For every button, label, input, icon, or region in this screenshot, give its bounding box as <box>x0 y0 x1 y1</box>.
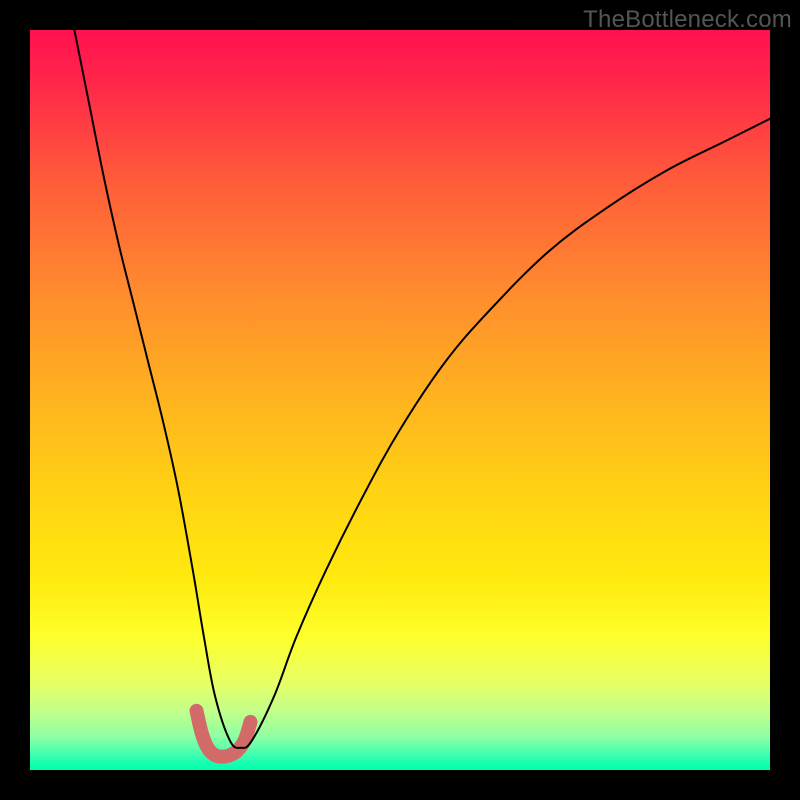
plot-area <box>30 30 770 770</box>
thick-marker-segment <box>197 711 251 757</box>
watermark-text: TheBottleneck.com <box>583 6 792 34</box>
chart-frame: TheBottleneck.com <box>0 0 800 800</box>
thin-curve <box>74 30 770 748</box>
curve-layer <box>30 30 770 770</box>
